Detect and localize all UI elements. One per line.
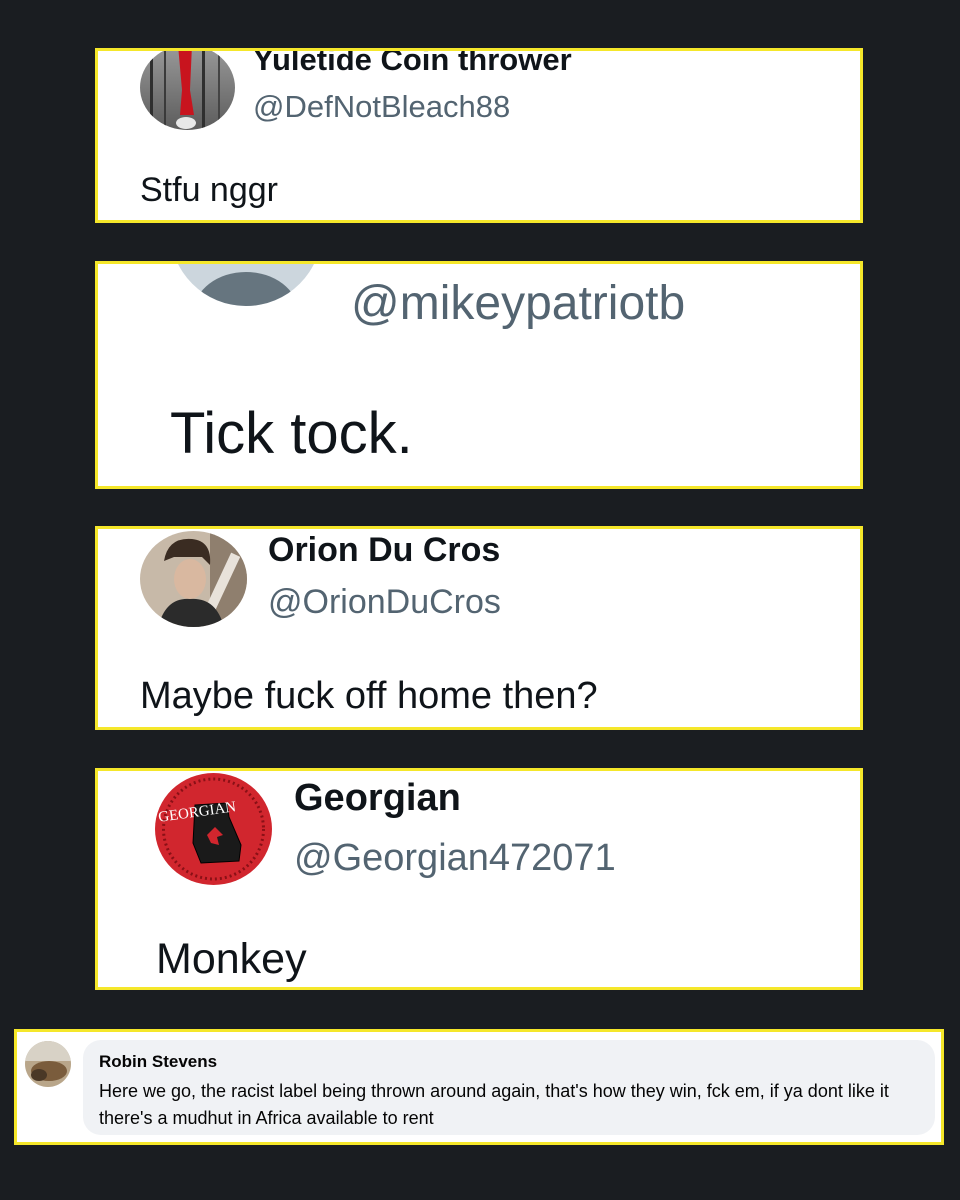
forest-photo-icon xyxy=(150,51,220,130)
avatar[interactable] xyxy=(140,531,247,627)
tweet-display-name: Orion Du Cros xyxy=(268,531,501,569)
tweet-text: Stfu nggr xyxy=(140,171,278,209)
profile-photo-icon xyxy=(25,1041,71,1081)
profile-photo-icon xyxy=(158,531,247,627)
avatar[interactable] xyxy=(25,1041,71,1087)
avatar[interactable] xyxy=(140,51,235,130)
tweet-text: Tick tock. xyxy=(170,401,413,466)
tweet-display-name: Georgian xyxy=(294,777,461,819)
comment-text: Here we go, the racist label being throw… xyxy=(99,1081,889,1128)
tweet-card-1: Yuletide Coin thrower @DefNotBleach88 St… xyxy=(95,48,863,223)
tweet-text: Maybe fuck off home then? xyxy=(140,675,598,717)
tweet-handle: @mikeypatriotb xyxy=(351,277,686,330)
tweet-display-name: Yuletide Coin thrower xyxy=(253,48,572,77)
avatar[interactable]: GEORGIAN xyxy=(155,773,272,885)
tweet-card-3: Orion Du Cros @OrionDuCros Maybe fuck of… xyxy=(95,526,863,730)
comment-bubble: Robin Stevens Here we go, the racist lab… xyxy=(83,1040,935,1135)
georgian-logo-icon xyxy=(162,777,265,881)
tweet-card-2: @mikeypatriotb Tick tock. xyxy=(95,261,863,489)
tweet-card-4: GEORGIAN Georgian @Georgian472071 Monkey xyxy=(95,768,863,990)
default-avatar[interactable] xyxy=(170,264,322,306)
tweet-handle: @Georgian472071 xyxy=(294,837,616,879)
commenter-name[interactable]: Robin Stevens xyxy=(99,1052,217,1072)
person-silhouette-icon xyxy=(194,272,298,306)
tweet-handle: @DefNotBleach88 xyxy=(253,89,511,124)
tweet-text: Monkey xyxy=(156,935,307,983)
facebook-comment-card: Robin Stevens Here we go, the racist lab… xyxy=(14,1029,944,1145)
tweet-handle: @OrionDuCros xyxy=(268,583,501,621)
